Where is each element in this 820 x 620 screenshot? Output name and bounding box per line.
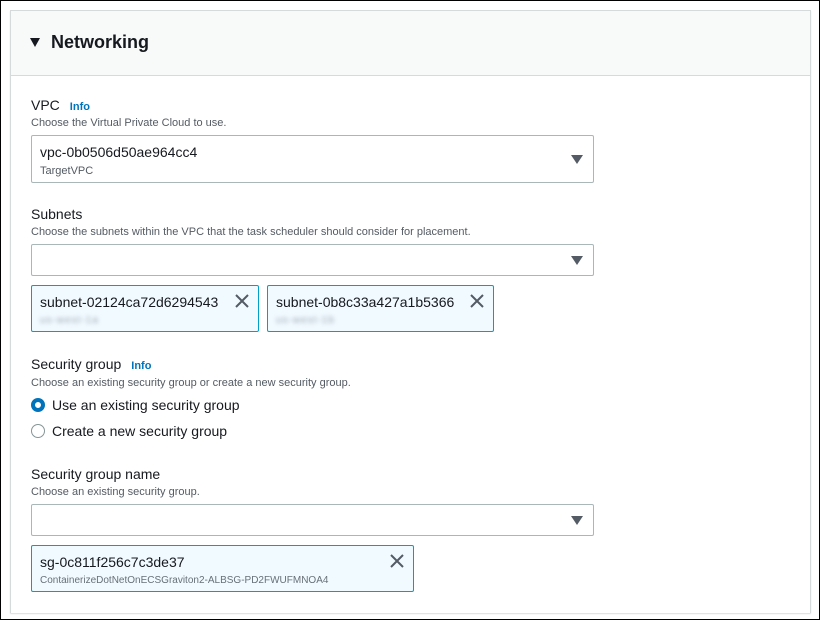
vpc-label-row: VPC Info bbox=[31, 97, 90, 113]
security-group-description: Choose an existing security group or cre… bbox=[31, 377, 351, 389]
vpc-selected-name: TargetVPC bbox=[40, 165, 94, 177]
security-group-label: Security group bbox=[31, 356, 122, 372]
vpc-select[interactable]: vpc-0b0506d50ae964cc4 TargetVPC bbox=[31, 135, 594, 183]
subnet-token-id: subnet-0b8c33a427a1b5366 bbox=[276, 294, 455, 310]
triangle-down-icon bbox=[571, 256, 583, 265]
vpc-info-link[interactable]: Info bbox=[70, 101, 90, 113]
subnet-token-detail: us-west-1a bbox=[40, 315, 99, 326]
subnet-token-detail: us-west-1b bbox=[276, 315, 335, 326]
close-icon[interactable] bbox=[389, 553, 405, 569]
security-group-info-link[interactable]: Info bbox=[131, 360, 151, 372]
subnet-token: subnet-0b8c33a427a1b5366 us-west-1b bbox=[267, 285, 494, 332]
security-group-name-select[interactable] bbox=[31, 504, 594, 536]
security-group-token: sg-0c811f256c7c3de37 ContainerizeDotNetO… bbox=[31, 545, 414, 592]
security-group-name-label: Security group name bbox=[31, 466, 161, 482]
vpc-label: VPC bbox=[31, 97, 60, 113]
radio-label: Create a new security group bbox=[52, 423, 228, 439]
screenshot-frame: Networking VPC Info Choose the Virtual Pr… bbox=[0, 0, 820, 620]
networking-panel: Networking VPC Info Choose the Virtual Pr… bbox=[10, 10, 811, 613]
vpc-selected-id: vpc-0b0506d50ae964cc4 bbox=[40, 144, 198, 160]
security-group-token-id: sg-0c811f256c7c3de37 bbox=[40, 554, 185, 570]
close-icon[interactable] bbox=[234, 293, 250, 309]
triangle-down-icon bbox=[571, 516, 583, 525]
subnet-token: subnet-02124ca72d6294543 us-west-1a bbox=[31, 285, 259, 332]
triangle-down-icon bbox=[571, 155, 583, 164]
radio-selected-icon[interactable] bbox=[31, 398, 45, 412]
caret-down-icon[interactable] bbox=[30, 38, 40, 47]
networking-section-header[interactable]: Networking bbox=[11, 11, 810, 76]
radio-unselected-icon[interactable] bbox=[31, 424, 45, 438]
radio-label: Use an existing security group bbox=[52, 397, 240, 413]
security-group-label-row: Security group Info bbox=[31, 356, 151, 372]
security-group-token-detail: ContainerizeDotNetOnECSGraviton2-ALBSG-P… bbox=[40, 575, 329, 586]
vpc-description: Choose the Virtual Private Cloud to use. bbox=[31, 117, 227, 129]
subnets-description: Choose the subnets within the VPC that t… bbox=[31, 226, 471, 238]
section-title: Networking bbox=[51, 32, 150, 52]
security-group-name-description: Choose an existing security group. bbox=[31, 486, 200, 498]
subnets-select[interactable] bbox=[31, 244, 594, 276]
subnet-token-id: subnet-02124ca72d6294543 bbox=[40, 294, 219, 310]
subnets-label: Subnets bbox=[31, 206, 83, 222]
close-icon[interactable] bbox=[469, 293, 485, 309]
